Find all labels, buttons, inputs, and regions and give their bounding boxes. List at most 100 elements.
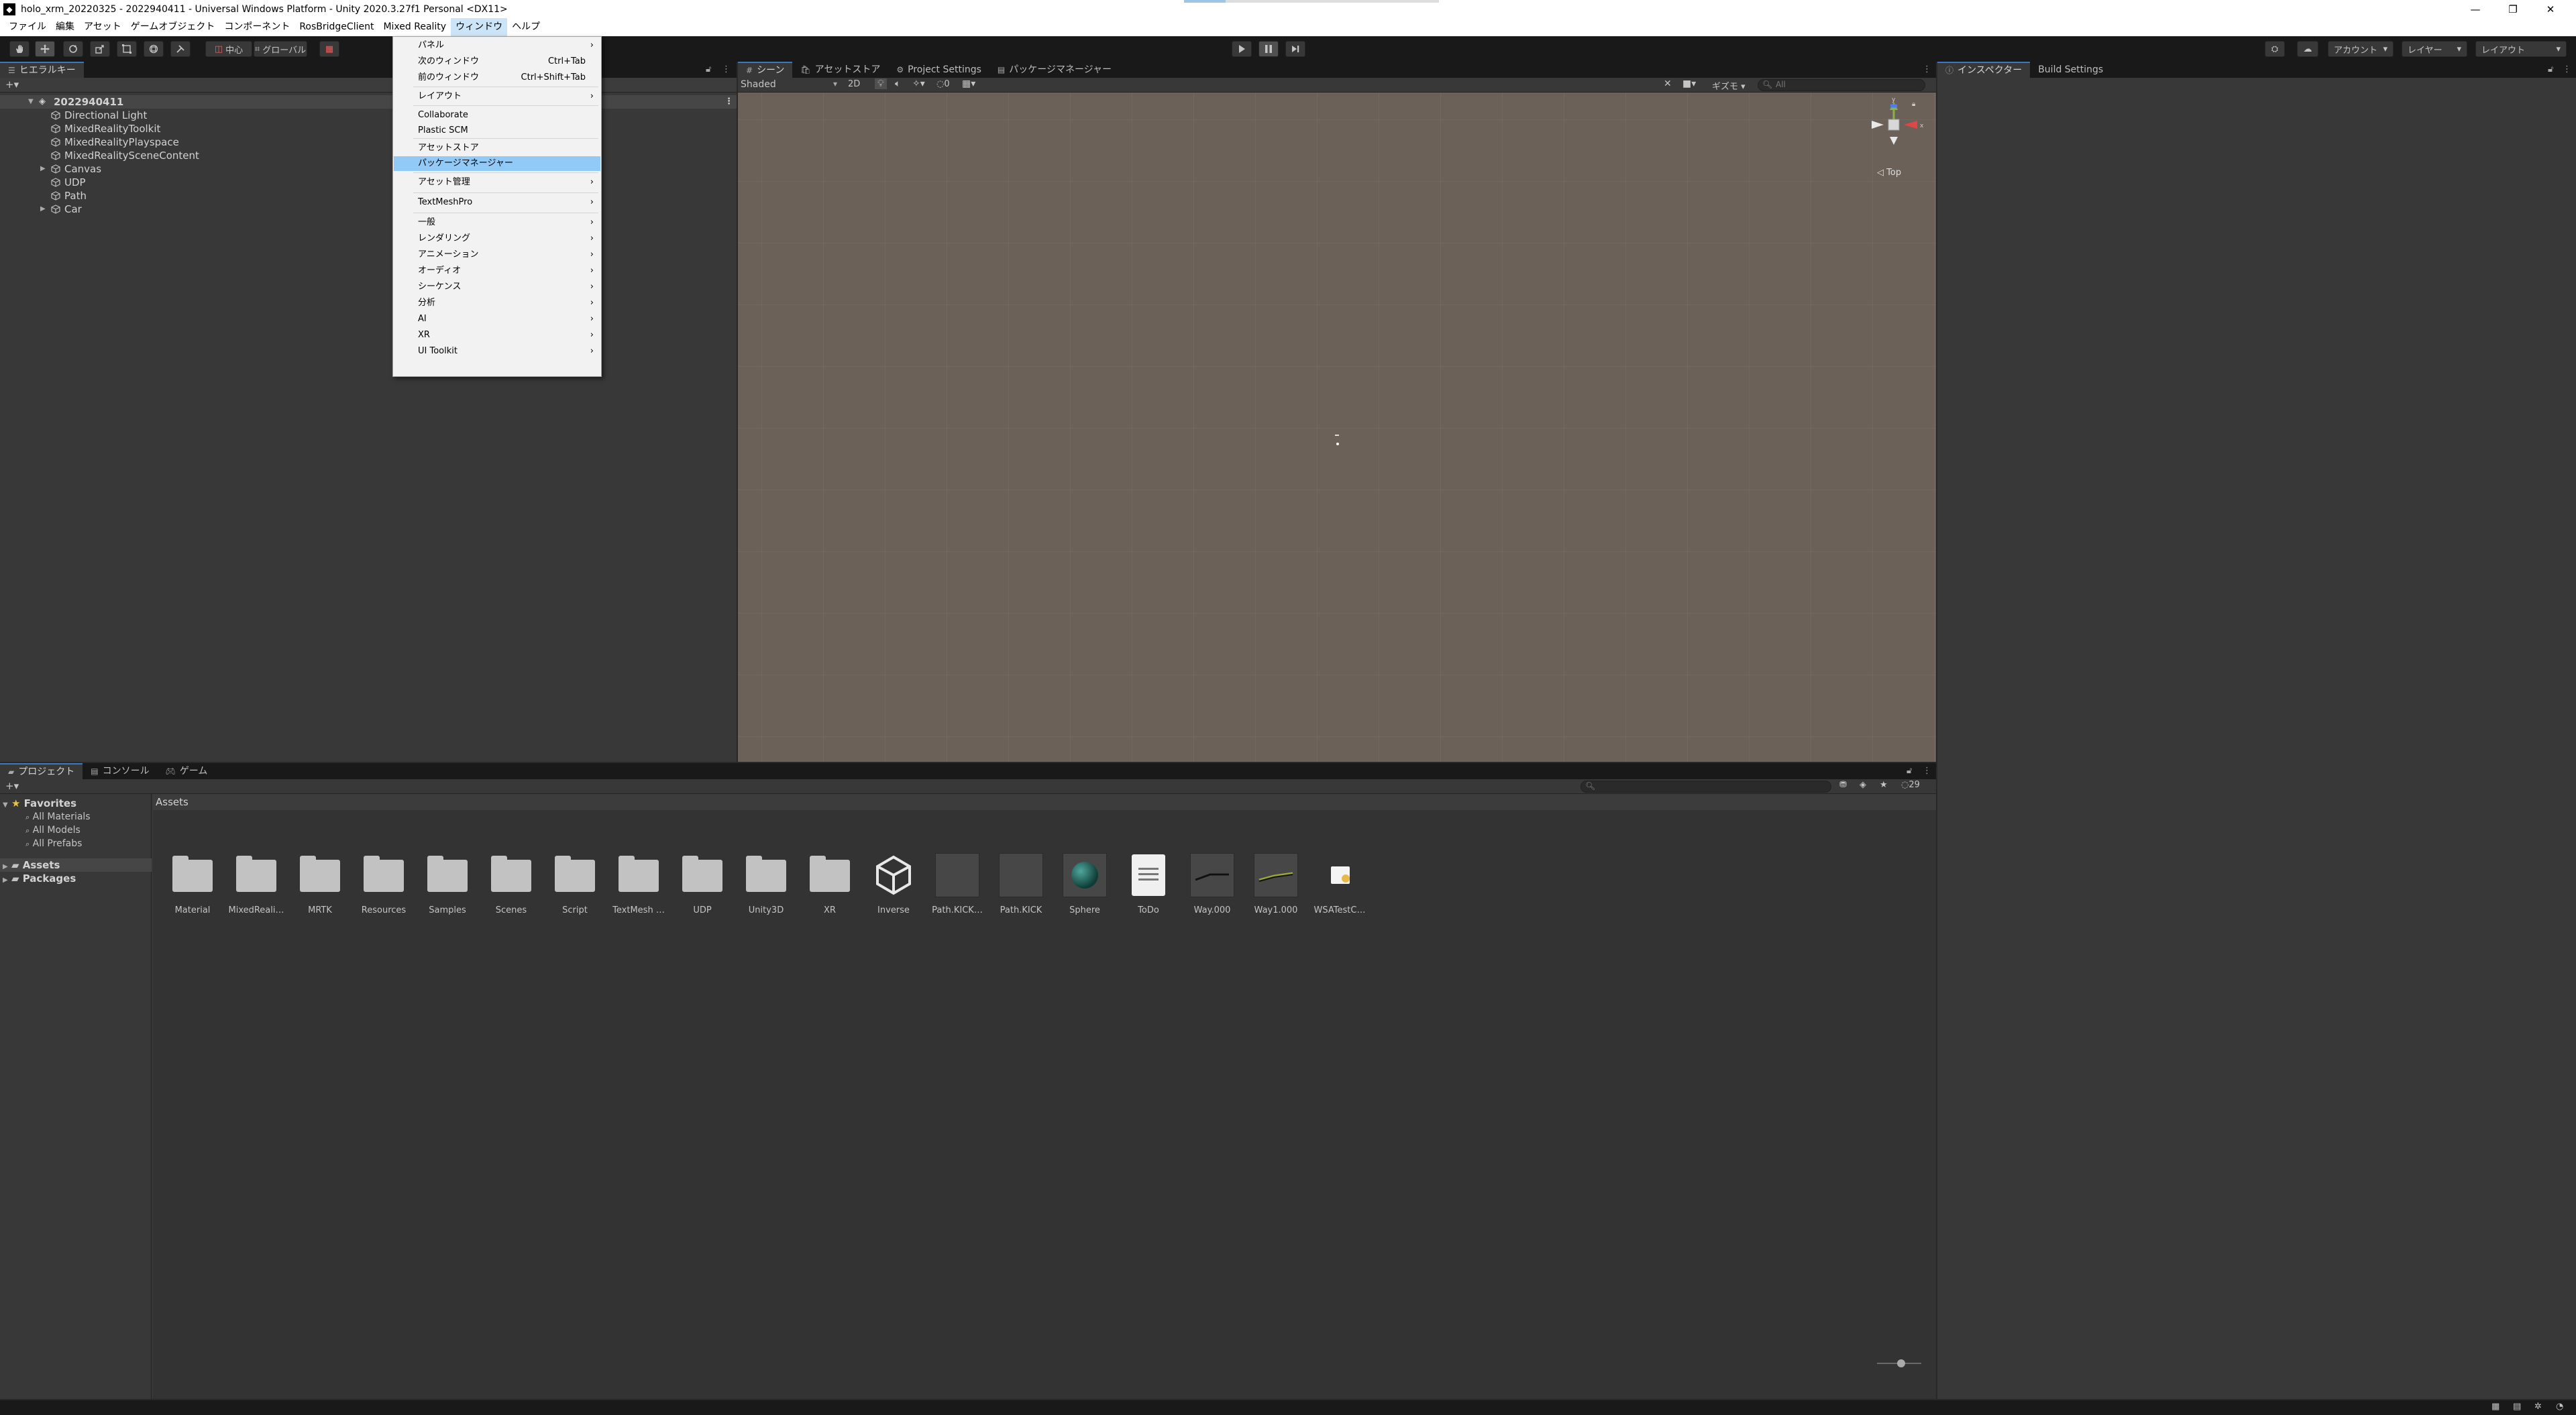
breadcrumb-assets[interactable]: Assets [156, 796, 189, 808]
asset-item[interactable]: Material [162, 853, 223, 915]
tab-scene[interactable]: # シーン [738, 62, 793, 78]
gizmo-lock-icon[interactable]: 🔒︎ [1912, 101, 1915, 108]
asset-item[interactable]: Inverse [863, 853, 924, 915]
panel-menu-icon[interactable]: ⋮ [2563, 64, 2571, 74]
asset-item[interactable]: Resources [354, 853, 414, 915]
window-menu-item[interactable]: シーケンス › [394, 280, 600, 294]
tab-inspector[interactable]: ⓘ インスペクター [1937, 62, 2031, 78]
asset-item[interactable]: MixedReali… [226, 853, 286, 915]
menu-window[interactable]: ウィンドウ [451, 18, 508, 36]
debug-icon[interactable]: ✲ [2534, 1402, 2542, 1412]
scene-menu-icon[interactable]: ⋮ [724, 95, 733, 109]
hierarchy-item[interactable]: Directional Light [0, 109, 737, 122]
lock-icon[interactable]: 🔓︎ [2548, 64, 2553, 74]
window-menu-item[interactable]: レイアウト › [394, 89, 600, 104]
favorite-item[interactable]: ⌕ All Materials [25, 810, 91, 824]
tab-build-settings[interactable]: Build Settings [2030, 62, 2111, 78]
window-menu-item[interactable]: 前のウィンドウ Ctrl+Shift+Tab [394, 70, 600, 85]
expand-arrow-icon[interactable]: ▼ [28, 95, 34, 109]
menu-file[interactable]: ファイル [4, 18, 51, 36]
panel-menu-icon[interactable]: ⋮ [1923, 766, 1931, 776]
global-toggle[interactable]: ⌗ グローバル [254, 41, 307, 57]
hierarchy-item[interactable]: MixedRealityPlayspace [0, 135, 737, 149]
effects-toggle-icon[interactable]: ✧▾ [912, 78, 925, 89]
menu-rosbridgeclient[interactable]: RosBridgeClient [294, 18, 378, 36]
audio-toggle-icon[interactable]: 🔈︎ [895, 78, 900, 89]
lighting-toggle-icon[interactable]: 💡︎ [875, 78, 887, 89]
window-menu-item[interactable]: アセット管理 › [394, 175, 600, 190]
menu-edit[interactable]: 編集 [51, 18, 79, 36]
asset-item[interactable]: WSATestC… [1309, 853, 1370, 915]
menu-mixed-reality[interactable]: Mixed Reality [378, 18, 451, 36]
window-menu-item[interactable]: 一般 › [394, 215, 600, 230]
expand-arrow-icon[interactable]: ▶ [40, 162, 46, 176]
window-menu-item[interactable]: パネル › [394, 38, 600, 53]
close-button[interactable]: ✕ [2532, 0, 2569, 18]
rotate-tool-button[interactable] [63, 41, 83, 57]
step-button[interactable] [1285, 41, 1305, 57]
pause-button[interactable] [1258, 41, 1279, 57]
packages-root-row[interactable]: ▶ ▰ Packages [3, 872, 76, 885]
favorite-item[interactable]: ⌕ All Prefabs [25, 837, 82, 850]
custom-tool-button[interactable] [170, 41, 191, 57]
hierarchy-item[interactable]: MixedRealityToolkit [0, 122, 737, 135]
window-menu-item[interactable]: UI Toolkit › [394, 344, 600, 359]
lock-icon[interactable]: 🔓︎ [706, 64, 711, 74]
window-menu-item[interactable]: アニメーション › [394, 247, 600, 262]
zoom-slider-handle[interactable] [1897, 1359, 1905, 1367]
hierarchy-item[interactable]: UDP [0, 176, 737, 189]
cache-icon[interactable]: ▦ [2491, 1402, 2500, 1412]
panel-menu-icon[interactable]: ⋮ [722, 64, 731, 74]
camera-icon[interactable]: ■▾ [1682, 78, 1696, 89]
2d-toggle[interactable]: 2D [848, 79, 860, 89]
window-menu-item[interactable]: TextMeshPro › [394, 195, 600, 210]
tab-project[interactable]: ▰ プロジェクト [0, 763, 83, 779]
menu-assets[interactable]: アセット [79, 18, 126, 36]
create-asset-button[interactable]: +▾ [5, 780, 19, 792]
asset-item[interactable]: Path.KICK [991, 853, 1051, 915]
layout-dropdown[interactable]: レイアウト ▾ [2475, 41, 2567, 57]
tab-asset-store[interactable]: 🛍︎ アセットストア [792, 62, 888, 78]
window-menu-item[interactable]: オーディオ › [394, 264, 600, 278]
play-button[interactable] [1232, 41, 1252, 57]
tab-package-manager[interactable]: ▤ パッケージマネージャー [989, 62, 1120, 78]
search-by-label-icon[interactable]: ◈ [1860, 780, 1866, 790]
project-search-input[interactable]: 🔍︎ [1580, 781, 1831, 793]
tab-console[interactable]: ▤ コンソール [83, 763, 157, 779]
asset-item[interactable]: Sphere [1055, 853, 1115, 915]
restore-button[interactable]: ❐ [2494, 0, 2532, 18]
window-menu-item[interactable]: 分析 › [394, 296, 600, 310]
favorite-star-icon[interactable]: ★ [1880, 780, 1888, 790]
asset-item[interactable]: Way1.000 [1246, 853, 1306, 915]
minimize-button[interactable]: — [2457, 0, 2494, 18]
search-by-type-icon[interactable]: ⛃ [1839, 780, 1847, 790]
shading-mode-dropdown[interactable]: Shaded [741, 79, 776, 90]
window-menu-item[interactable]: AI › [394, 312, 600, 327]
window-menu-item[interactable]: Collaborate [394, 108, 600, 123]
tab-game[interactable]: 🎮︎ ゲーム [158, 763, 216, 779]
window-menu-item[interactable]: パッケージマネージャー [394, 156, 600, 171]
scene-row[interactable]: ▼ ◈ 2022940411 ⋮ [0, 95, 737, 109]
window-menu-item[interactable]: 次のウィンドウ Ctrl+Tab [394, 54, 600, 69]
asset-item[interactable]: XR [800, 853, 860, 915]
collab-button[interactable]: ⛭ [2265, 41, 2285, 57]
tools-icon[interactable]: ✕ [1664, 78, 1672, 89]
hierarchy-item[interactable]: ▶ Canvas [0, 162, 737, 176]
move-tool-button[interactable] [35, 41, 55, 57]
asset-item[interactable]: Unity3D [736, 853, 796, 915]
window-menu-item[interactable]: アセットストア [394, 141, 600, 156]
asset-item[interactable]: MRTK [290, 853, 350, 915]
menu-component[interactable]: コンポーネント [219, 18, 294, 36]
tab-hierarchy[interactable]: ☰ ヒエラルキー [0, 62, 84, 78]
orientation-gizmo[interactable]: y x z [1865, 95, 1925, 156]
asset-item[interactable]: Way.000 [1182, 853, 1242, 915]
rect-tool-button[interactable] [117, 41, 137, 57]
gizmos-dropdown[interactable]: ギズモ ▾ [1712, 79, 1746, 92]
panel-menu-icon[interactable]: ⋮ [1923, 64, 1931, 74]
layers-dropdown[interactable]: レイヤー ▾ [2402, 41, 2467, 57]
scene-canvas[interactable]: y x z 🔒︎ ◁ Top [738, 93, 1936, 762]
scene-search-input[interactable]: 🔍︎ All [1758, 79, 1925, 91]
asset-item[interactable]: Script [545, 853, 605, 915]
grid-toggle-icon[interactable]: ▦▾ [962, 78, 975, 89]
asset-item[interactable]: TextMesh … [608, 853, 669, 915]
